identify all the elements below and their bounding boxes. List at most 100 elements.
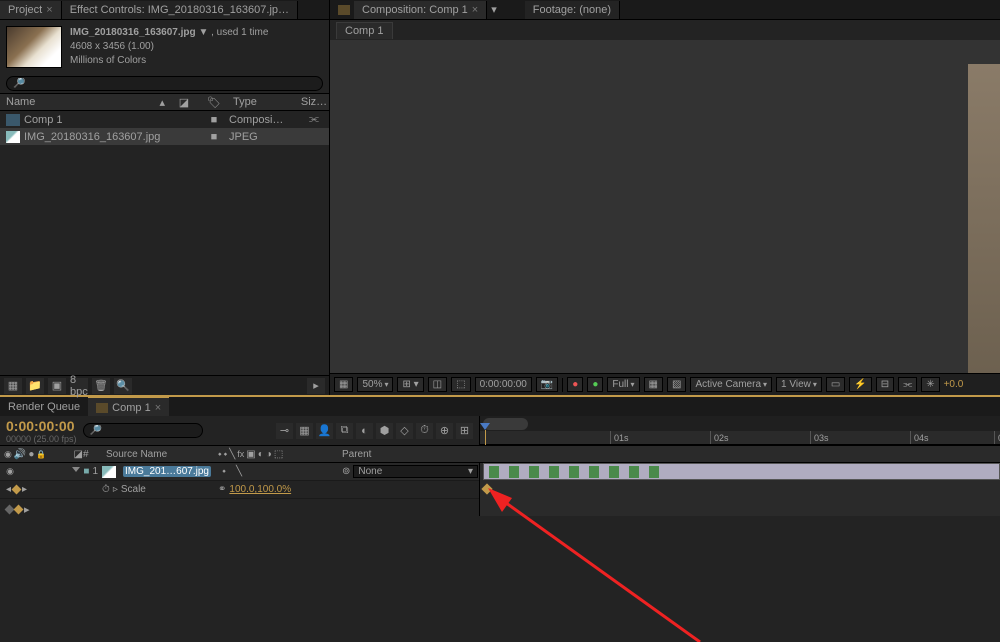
playhead[interactable] xyxy=(485,430,486,445)
close-icon[interactable]: × xyxy=(472,4,478,16)
collapse-icon[interactable]: ⊞ xyxy=(456,423,473,439)
adjustment-icon[interactable]: ◑ xyxy=(266,449,272,460)
layer-adjust-toggle[interactable] xyxy=(293,466,305,478)
brainstorm-icon[interactable]: ⬢ xyxy=(376,423,393,439)
timeline-track-area[interactable] xyxy=(480,463,1000,516)
draft-3d-icon[interactable]: ▦ xyxy=(296,423,313,439)
new-folder-button[interactable]: 📁 xyxy=(26,378,44,394)
render-queue-tab[interactable]: Render Queue xyxy=(0,399,88,415)
layer-row[interactable]: ■ 1 IMG_201…607.jpg ⬩ ╲ ⊚ xyxy=(0,463,479,481)
frame-blend-icon[interactable]: ⧉ xyxy=(336,423,353,439)
asset-dropdown-icon[interactable]: ▼ xyxy=(198,27,208,38)
layer-shy-toggle[interactable]: ⬩ xyxy=(218,466,230,478)
comp-subtab[interactable]: Comp 1 xyxy=(336,22,393,39)
graph-editor-icon[interactable]: ⏱ xyxy=(416,423,433,439)
timeline-current-time[interactable]: 0:00:00:00 xyxy=(6,418,77,434)
flowchart-icon[interactable]: ⫘ xyxy=(299,113,329,126)
delete-button[interactable]: 🗑 xyxy=(92,378,110,394)
pickwhip-icon[interactable]: ⊚ xyxy=(342,466,350,477)
timeline-search-input[interactable] xyxy=(83,423,203,438)
camera-dropdown[interactable]: Active Camera xyxy=(690,377,772,392)
source-col-header[interactable]: Source Name xyxy=(102,446,218,462)
effect-controls-tab[interactable]: Effect Controls: IMG_20180316_163607.jp… xyxy=(62,1,298,19)
constrain-proportions-icon[interactable]: ⚭ xyxy=(218,484,226,495)
quality-icon[interactable]: ╲ xyxy=(229,449,235,460)
next-keyframe-icon[interactable]: ▸ xyxy=(22,484,27,495)
tab-menu-icon[interactable]: ▾ xyxy=(491,3,497,16)
project-item-comp[interactable]: Comp 1 ■ Composi… ⫘ xyxy=(0,111,329,128)
collapse-icon[interactable]: ⬩ xyxy=(224,449,228,460)
exposure-value[interactable]: +0.0 xyxy=(944,379,964,390)
col-label-header[interactable]: ◪ xyxy=(169,96,199,109)
close-icon[interactable]: × xyxy=(46,4,52,16)
prev-keyframe-icon[interactable]: ◂ xyxy=(6,484,11,495)
toggle-modes-icon[interactable] xyxy=(14,505,24,515)
layer-name[interactable]: IMG_201…607.jpg xyxy=(123,466,211,477)
interpret-footage-button[interactable]: ▦ xyxy=(4,378,22,394)
roi-button[interactable]: ⬚ xyxy=(451,377,470,392)
reset-exposure-button[interactable]: ✳ xyxy=(921,377,939,392)
layer-solo-toggle[interactable] xyxy=(30,466,42,478)
hide-shy-icon[interactable]: 👤 xyxy=(316,423,333,439)
project-item-image[interactable]: IMG_20180316_163607.jpg ■ JPEG xyxy=(0,128,329,145)
channel-r-button[interactable]: ● xyxy=(567,377,583,392)
current-time-display[interactable]: 0:00:00:00 xyxy=(475,377,532,392)
item-label-swatch[interactable]: ■ xyxy=(199,131,229,143)
zoom-in-icon[interactable]: ▸ xyxy=(24,503,30,516)
fast-preview-button[interactable]: ⚡ xyxy=(849,377,871,392)
3d-icon[interactable]: ⬚ xyxy=(274,449,283,460)
layer-twirl-icon[interactable] xyxy=(72,467,80,476)
timeline-navigator[interactable] xyxy=(480,416,1000,431)
timeline-comp-tab[interactable]: Comp 1 × xyxy=(88,396,169,416)
layer-motionblur-toggle[interactable] xyxy=(278,466,290,478)
motion-blur-icon[interactable]: ◐ xyxy=(356,423,373,439)
close-icon[interactable]: × xyxy=(155,402,161,414)
search-button[interactable]: 🔍 xyxy=(114,378,132,394)
zoom-dropdown[interactable]: 50% xyxy=(357,377,393,392)
layer-frameblend-toggle[interactable] xyxy=(263,466,275,478)
always-preview-button[interactable]: ▦ xyxy=(334,377,353,392)
3d-view-button[interactable]: ▨ xyxy=(667,377,686,392)
new-comp-button[interactable]: ▣ xyxy=(48,378,66,394)
solo-col-icon[interactable]: ● xyxy=(28,449,34,460)
motionblur-icon[interactable]: ◐ xyxy=(258,449,264,460)
shy-icon[interactable]: ⬩ xyxy=(218,449,222,460)
comp-flowchart-button[interactable]: ⫘ xyxy=(898,377,917,392)
views-dropdown[interactable]: 1 View xyxy=(776,377,822,392)
layer-quality-toggle[interactable]: ╲ xyxy=(233,466,245,478)
mask-button[interactable]: ◫ xyxy=(428,377,447,392)
audio-col-icon[interactable]: 🔊 xyxy=(14,449,26,460)
comp-mini-flowchart-icon[interactable]: ⊸ xyxy=(276,423,293,439)
pixel-aspect-button[interactable]: ▭ xyxy=(826,377,845,392)
fx-icon[interactable]: fx xyxy=(237,449,244,459)
layer-video-toggle[interactable] xyxy=(4,466,16,478)
resolution-dropdown[interactable]: Full xyxy=(607,377,639,392)
bpc-button[interactable]: 8 bpc xyxy=(70,378,88,394)
col-name-header[interactable]: Name ▴ xyxy=(0,96,169,109)
layer-label-swatch[interactable]: ■ xyxy=(83,466,89,477)
timeline-ruler[interactable]: 01s 02s 03s 04s 05 xyxy=(480,431,1000,445)
layer-bar[interactable] xyxy=(483,463,1000,480)
property-value[interactable]: 100.0,100.0% xyxy=(229,484,291,495)
parent-dropdown[interactable]: None▾ xyxy=(353,465,478,478)
flowchart-button[interactable]: ▸ xyxy=(307,378,325,394)
footage-tab[interactable]: Footage: (none) xyxy=(525,1,620,19)
item-label-swatch[interactable]: ■ xyxy=(199,114,229,126)
project-search-input[interactable] xyxy=(6,76,323,91)
lock-col-icon[interactable] xyxy=(36,449,46,460)
transparency-grid-button[interactable]: ▦ xyxy=(644,377,663,392)
layer-lock-toggle[interactable] xyxy=(43,466,55,478)
video-col-icon[interactable] xyxy=(4,449,12,460)
composition-tab[interactable]: Composition: Comp 1 × xyxy=(354,1,487,19)
layer-audio-toggle[interactable] xyxy=(17,466,29,478)
expand-icon[interactable]: ⊕ xyxy=(436,423,453,439)
channel-g-button[interactable]: ● xyxy=(587,377,603,392)
frameblend-icon[interactable]: ▣ xyxy=(246,449,255,460)
add-keyframe-icon[interactable] xyxy=(12,485,22,495)
property-row-scale[interactable]: ◂ ▸ ⏱ ▹ Scale ⚭ 100.0,100.0% xyxy=(0,481,479,499)
stopwatch-icon[interactable]: ⏱ xyxy=(102,484,110,495)
grid-button[interactable]: ⊞ ▾ xyxy=(397,377,423,392)
snapshot-button[interactable]: 📷 xyxy=(536,377,558,392)
col-type-header[interactable]: Type xyxy=(229,96,299,108)
layer-fx-toggle[interactable] xyxy=(248,466,260,478)
